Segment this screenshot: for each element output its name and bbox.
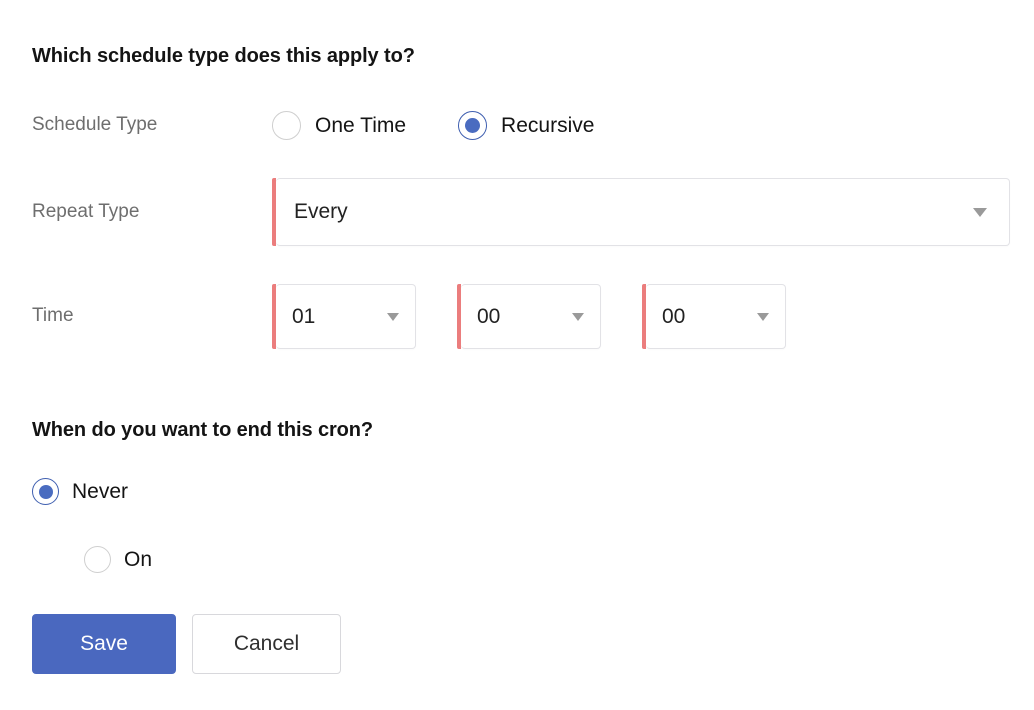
- save-button[interactable]: Save: [32, 614, 176, 674]
- chevron-down-icon: [757, 312, 769, 321]
- radio-option-on[interactable]: On: [84, 546, 152, 573]
- chevron-down-icon: [973, 207, 987, 217]
- repeat-type-select[interactable]: Every: [272, 178, 1010, 246]
- radio-label-recursive: Recursive: [501, 113, 595, 137]
- time-label: Time: [32, 305, 74, 326]
- schedule-section-heading: Which schedule type does this apply to?: [32, 45, 415, 67]
- time-minute-value: 00: [477, 304, 501, 328]
- radio-label-on: On: [124, 547, 153, 571]
- radio-option-never[interactable]: Never: [32, 478, 128, 505]
- radio-option-one-time[interactable]: One Time: [272, 111, 406, 140]
- chevron-down-icon: [572, 312, 584, 321]
- radio-option-recursive[interactable]: Recursive: [458, 111, 594, 140]
- chevron-down-icon: [387, 312, 399, 321]
- time-minute-select[interactable]: 00: [457, 284, 601, 349]
- radio-circle-one-time[interactable]: [272, 111, 301, 140]
- radio-circle-recursive[interactable]: [458, 111, 488, 140]
- radio-label-one-time: One Time: [315, 113, 407, 137]
- time-hour-select[interactable]: 01: [272, 284, 416, 349]
- repeat-type-value: Every: [294, 200, 348, 223]
- radio-label-never: Never: [72, 479, 129, 503]
- time-hour-value: 01: [292, 304, 316, 328]
- repeat-type-label: Repeat Type: [32, 201, 140, 222]
- cancel-button[interactable]: Cancel: [192, 614, 341, 674]
- time-second-select[interactable]: 00: [642, 284, 786, 349]
- schedule-type-label: Schedule Type: [32, 114, 158, 135]
- cron-schedule-form: Which schedule type does this apply to? …: [0, 0, 1034, 710]
- schedule-type-radio-group: One Time Recursive: [272, 111, 594, 140]
- radio-circle-on[interactable]: [84, 546, 111, 573]
- end-section-heading: When do you want to end this cron?: [32, 419, 374, 441]
- time-second-value: 00: [662, 304, 686, 328]
- radio-circle-never[interactable]: [32, 478, 59, 505]
